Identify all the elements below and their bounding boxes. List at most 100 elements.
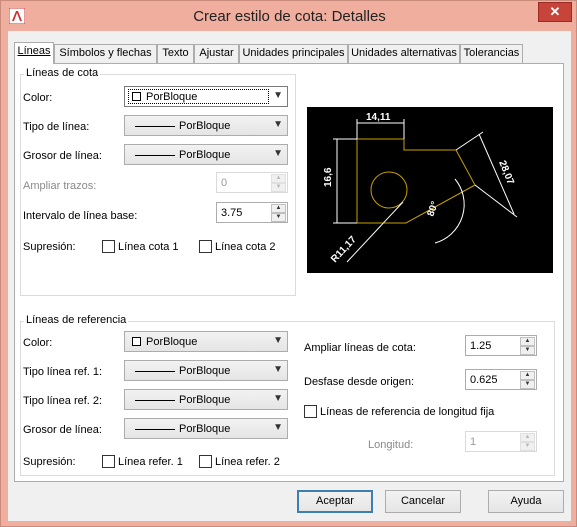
- dropdown-value: PorBloque: [179, 423, 231, 435]
- tab-label: Líneas: [17, 45, 51, 57]
- tab-label: Símbolos y flechas: [59, 47, 152, 59]
- ext-linetype2-dropdown[interactable]: PorBloque ▼: [124, 389, 288, 410]
- chevron-down-icon: ▼: [273, 422, 283, 433]
- dim-extend-spinner[interactable]: 0 ▲ ▼: [216, 172, 288, 193]
- preview-dim-radius: R11,17: [329, 234, 359, 265]
- spin-down-icon[interactable]: ▼: [271, 183, 286, 192]
- cancel-button[interactable]: Cancelar: [385, 490, 461, 513]
- ext-length-label: Longitud:: [368, 439, 414, 451]
- chevron-down-icon: ▼: [273, 119, 283, 130]
- ext-offset-spinner[interactable]: 0.625 ▲ ▼: [465, 369, 537, 390]
- spin-down-icon[interactable]: ▼: [520, 380, 535, 389]
- dim-lineweight-dropdown[interactable]: PorBloque ▼: [124, 144, 288, 165]
- preview-dim-angle: 80°: [425, 200, 441, 218]
- tab-unidades-principales[interactable]: Unidades principales: [239, 44, 348, 63]
- dialog-window: Crear estilo de cota: Detalles ✕ Líneas …: [0, 0, 577, 527]
- ext-suppress-label: Supresión:: [23, 456, 76, 468]
- chevron-down-icon: ▼: [273, 364, 283, 375]
- dimension-preview: 14,11 16,6 28,07 80° R11,17: [307, 107, 553, 273]
- ext-lineweight-dropdown[interactable]: PorBloque ▼: [124, 418, 288, 439]
- tab-lineas[interactable]: Líneas: [14, 42, 54, 64]
- dropdown-value: PorBloque: [146, 336, 198, 348]
- window-title: Crear estilo de cota: Detalles: [193, 8, 386, 25]
- dropdown-value: PorBloque: [179, 120, 231, 132]
- spin-up-icon[interactable]: ▲: [520, 337, 535, 346]
- ext-suppress-2-label[interactable]: Línea refer. 2: [215, 456, 280, 468]
- spin-down-icon[interactable]: ▼: [271, 213, 286, 222]
- spinner-value: 3.75: [221, 207, 243, 219]
- ext-suppress-2-checkbox[interactable]: [199, 455, 212, 468]
- dim-linetype-label: Tipo de línea:: [23, 121, 90, 133]
- dim-suppress-1-checkbox[interactable]: [102, 240, 115, 253]
- dim-suppress-2-checkbox[interactable]: [199, 240, 212, 253]
- ext-fixed-length-checkbox[interactable]: [304, 405, 317, 418]
- close-icon: ✕: [549, 4, 561, 19]
- dim-extend-label: Ampliar trazos:: [23, 180, 97, 192]
- dropdown-value: PorBloque: [179, 149, 231, 161]
- dim-suppress-2-label[interactable]: Línea cota 2: [215, 241, 276, 253]
- chevron-down-icon: ▼: [273, 90, 283, 101]
- dialog-client: Líneas Símbolos y flechas Texto Ajustar …: [8, 31, 571, 521]
- spin-up-icon[interactable]: ▲: [271, 174, 286, 183]
- preview-geometry: [356, 138, 476, 224]
- dim-suppress-1-label[interactable]: Línea cota 1: [118, 241, 179, 253]
- dim-baseline-spinner[interactable]: 3.75 ▲ ▼: [216, 202, 288, 223]
- dim-color-dropdown[interactable]: PorBloque ▼: [124, 86, 288, 107]
- tab-label: Unidades principales: [242, 47, 345, 59]
- tab-label: Tolerancias: [463, 47, 520, 59]
- tab-label: Ajustar: [199, 47, 234, 59]
- spin-down-icon[interactable]: ▼: [520, 442, 535, 451]
- dim-baseline-label: Intervalo de línea base:: [23, 210, 138, 222]
- preview-dim-left: 16,6: [323, 167, 334, 187]
- title-bar[interactable]: Crear estilo de cota: Detalles ✕: [1, 1, 577, 31]
- preview-dim-right: 28,07: [496, 159, 516, 187]
- tab-simbolos-flechas[interactable]: Símbolos y flechas: [54, 44, 157, 63]
- ext-linetype1-dropdown[interactable]: PorBloque ▼: [124, 360, 288, 381]
- color-swatch: [132, 337, 141, 346]
- group-dim-lines-title: Líneas de cota: [24, 67, 101, 79]
- line-sample: [135, 371, 175, 372]
- dropdown-value: PorBloque: [146, 91, 198, 103]
- ext-suppress-1-checkbox[interactable]: [102, 455, 115, 468]
- tab-tolerancias[interactable]: Tolerancias: [460, 44, 523, 63]
- tab-panel-lineas: Líneas de cota Color: PorBloque ▼ Tipo d…: [14, 63, 564, 482]
- dropdown-value: PorBloque: [179, 365, 231, 377]
- ext-lineweight-label: Grosor de línea:: [23, 424, 102, 436]
- preview-dimension-lines: [333, 119, 518, 263]
- ext-fixed-length-label[interactable]: Líneas de referencia de longitud fija: [320, 406, 494, 418]
- group-ext-lines-title: Líneas de referencia: [24, 314, 129, 326]
- spin-up-icon[interactable]: ▲: [520, 433, 535, 442]
- spinner-value: 1.25: [470, 340, 492, 352]
- spinner-value: 0: [221, 177, 228, 189]
- line-sample: [135, 400, 175, 401]
- help-button[interactable]: Ayuda: [488, 490, 564, 513]
- color-swatch: [132, 92, 141, 101]
- line-sample: [135, 126, 175, 127]
- spin-up-icon[interactable]: ▲: [520, 371, 535, 380]
- chevron-down-icon: ▼: [273, 393, 283, 404]
- tab-label: Texto: [162, 47, 189, 59]
- ext-length-spinner[interactable]: 1 ▲ ▼: [465, 431, 537, 452]
- close-button[interactable]: ✕: [538, 2, 572, 22]
- dim-color-label: Color:: [23, 92, 53, 104]
- tab-ajustar[interactable]: Ajustar: [194, 44, 239, 63]
- ext-color-dropdown[interactable]: PorBloque ▼: [124, 331, 288, 352]
- tab-texto[interactable]: Texto: [157, 44, 194, 63]
- spinner-value: 0.625: [470, 374, 498, 386]
- tab-unidades-alternativas[interactable]: Unidades alternativas: [348, 44, 460, 63]
- ext-extend-spinner[interactable]: 1.25 ▲ ▼: [465, 335, 537, 356]
- dim-suppress-label: Supresión:: [23, 241, 76, 253]
- preview-labels: 14,11 16,6 28,07 80° R11,17: [323, 112, 516, 265]
- preview-dim-top: 14,11: [366, 112, 391, 123]
- spin-up-icon[interactable]: ▲: [271, 204, 286, 213]
- ext-linetype1-label: Tipo línea ref. 1:: [23, 366, 103, 378]
- spin-down-icon[interactable]: ▼: [520, 346, 535, 355]
- ext-suppress-1-label[interactable]: Línea refer. 1: [118, 456, 183, 468]
- ok-button[interactable]: Aceptar: [297, 490, 373, 513]
- ext-linetype2-label: Tipo línea ref. 2:: [23, 395, 103, 407]
- ext-offset-label: Desfase desde origen:: [304, 376, 415, 388]
- dropdown-value: PorBloque: [179, 394, 231, 406]
- chevron-down-icon: ▼: [273, 335, 283, 346]
- dim-linetype-dropdown[interactable]: PorBloque ▼: [124, 115, 288, 136]
- spinner-value: 1: [470, 436, 477, 448]
